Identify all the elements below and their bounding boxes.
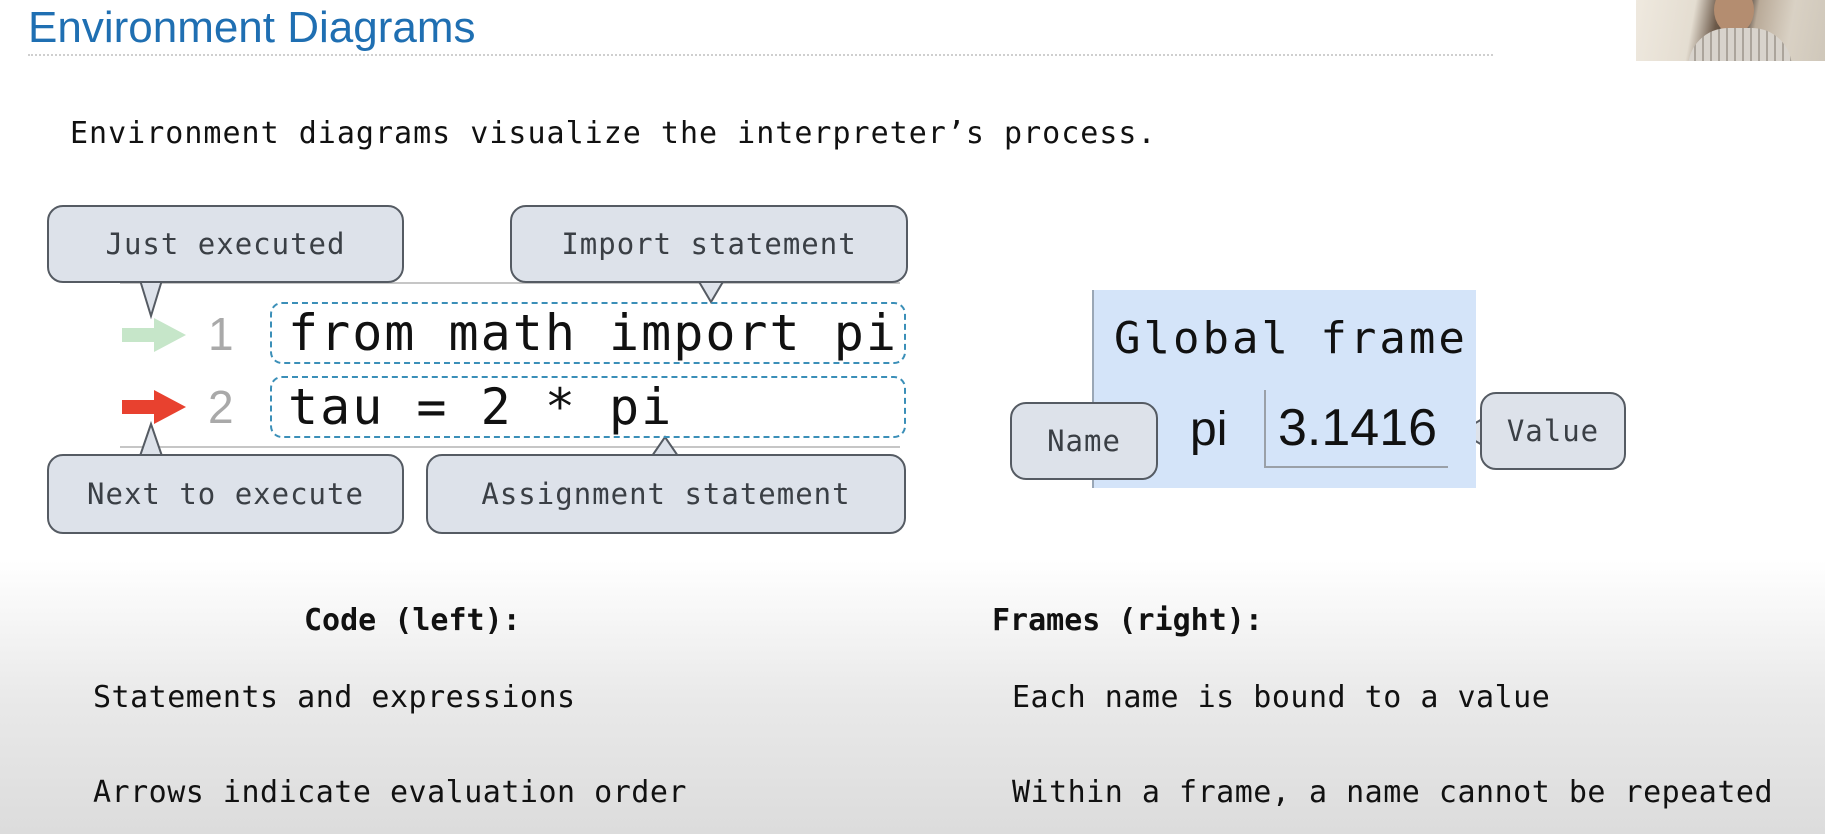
next-to-execute-callout: Next to execute bbox=[47, 454, 404, 534]
assignment-statement-callout: Assignment statement bbox=[426, 454, 906, 534]
line-number-2: 2 bbox=[208, 381, 234, 433]
code-line-2: tau = 2 * pi bbox=[270, 376, 906, 438]
code-column-item-1: Statements and expressions bbox=[93, 680, 576, 715]
frame-binding-value: 3.1416 bbox=[1278, 399, 1438, 457]
next-to-execute-pointer bbox=[138, 420, 164, 457]
import-statement-callout: Import statement bbox=[510, 205, 908, 283]
just-executed-callout: Just executed bbox=[47, 205, 404, 283]
frames-column-item-2: Within a frame, a name cannot be repeate… bbox=[1012, 775, 1774, 810]
global-frame-title: Global frame bbox=[1114, 313, 1468, 364]
frames-column-heading: Frames (right): bbox=[992, 603, 1263, 638]
code-column-heading: Code (left): bbox=[304, 603, 521, 638]
import-statement-pointer bbox=[696, 279, 726, 304]
value-callout: Value bbox=[1480, 392, 1626, 470]
line-number-1: 1 bbox=[208, 308, 234, 360]
frame-binding-name: pi bbox=[1190, 403, 1228, 456]
just-executed-arrow bbox=[122, 318, 186, 352]
name-callout: Name bbox=[1010, 402, 1158, 480]
next-to-execute-arrow bbox=[122, 390, 186, 424]
code-column-item-2: Arrows indicate evaluation order bbox=[93, 775, 687, 810]
code-line-1: from math import pi bbox=[270, 302, 906, 364]
just-executed-pointer bbox=[138, 279, 164, 320]
frames-column-item-1: Each name is bound to a value bbox=[1012, 680, 1551, 715]
